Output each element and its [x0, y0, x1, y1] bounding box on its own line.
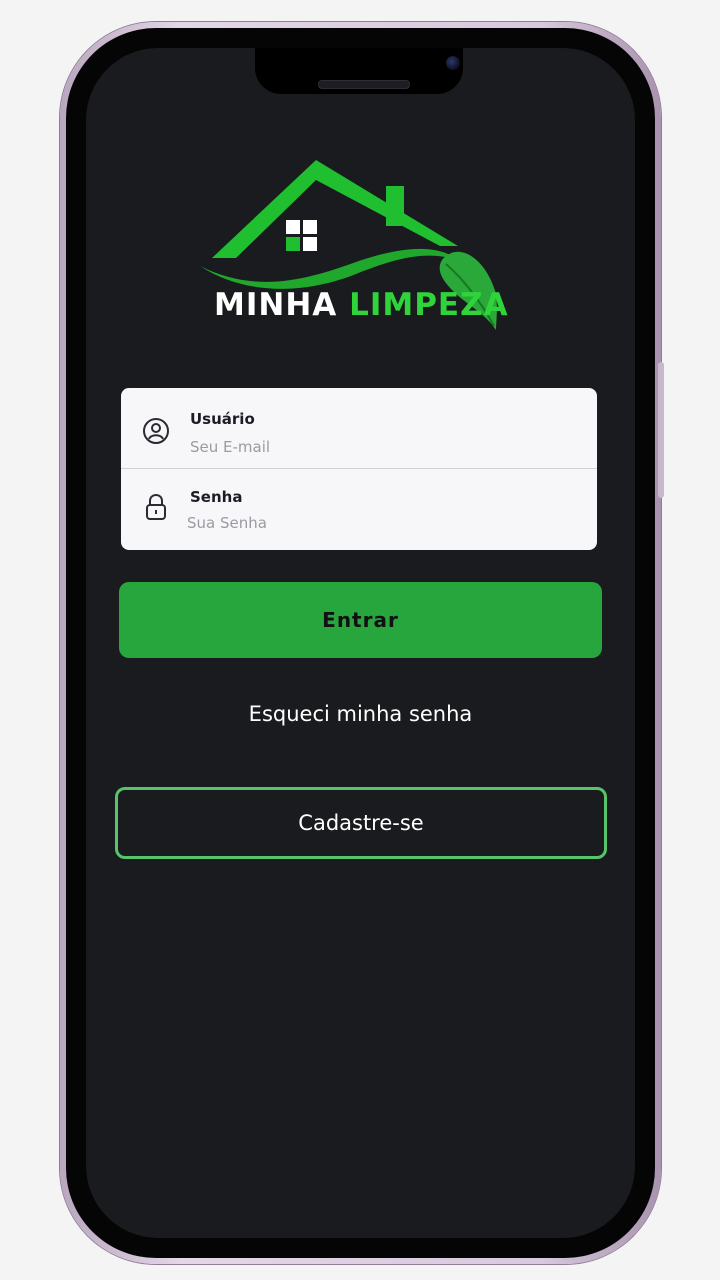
front-camera [446, 56, 460, 70]
login-button[interactable]: Entrar [119, 582, 602, 658]
signup-button[interactable]: Cadastre-se [115, 787, 607, 859]
password-input[interactable] [187, 514, 487, 532]
earpiece-speaker [318, 80, 410, 89]
app-screen: MINHA LIMPEZA Usuário Senha Entrar Esque… [86, 48, 635, 1238]
password-label: Senha [190, 488, 243, 506]
forgot-password-link[interactable]: Esqueci minha senha [86, 702, 635, 726]
brand-wordmark: MINHA LIMPEZA [214, 287, 509, 323]
username-field-row[interactable]: Usuário [121, 388, 597, 469]
password-field-row[interactable]: Senha [121, 470, 597, 550]
lock-icon [146, 493, 166, 520]
phone-side-button [658, 362, 664, 498]
brand-name-part2: LIMPEZA [349, 287, 509, 323]
user-circle-icon [143, 418, 169, 444]
brand-name-part1: MINHA [214, 287, 338, 323]
username-input[interactable] [190, 438, 490, 456]
username-label: Usuário [190, 410, 255, 428]
login-card: Usuário Senha [121, 388, 597, 550]
